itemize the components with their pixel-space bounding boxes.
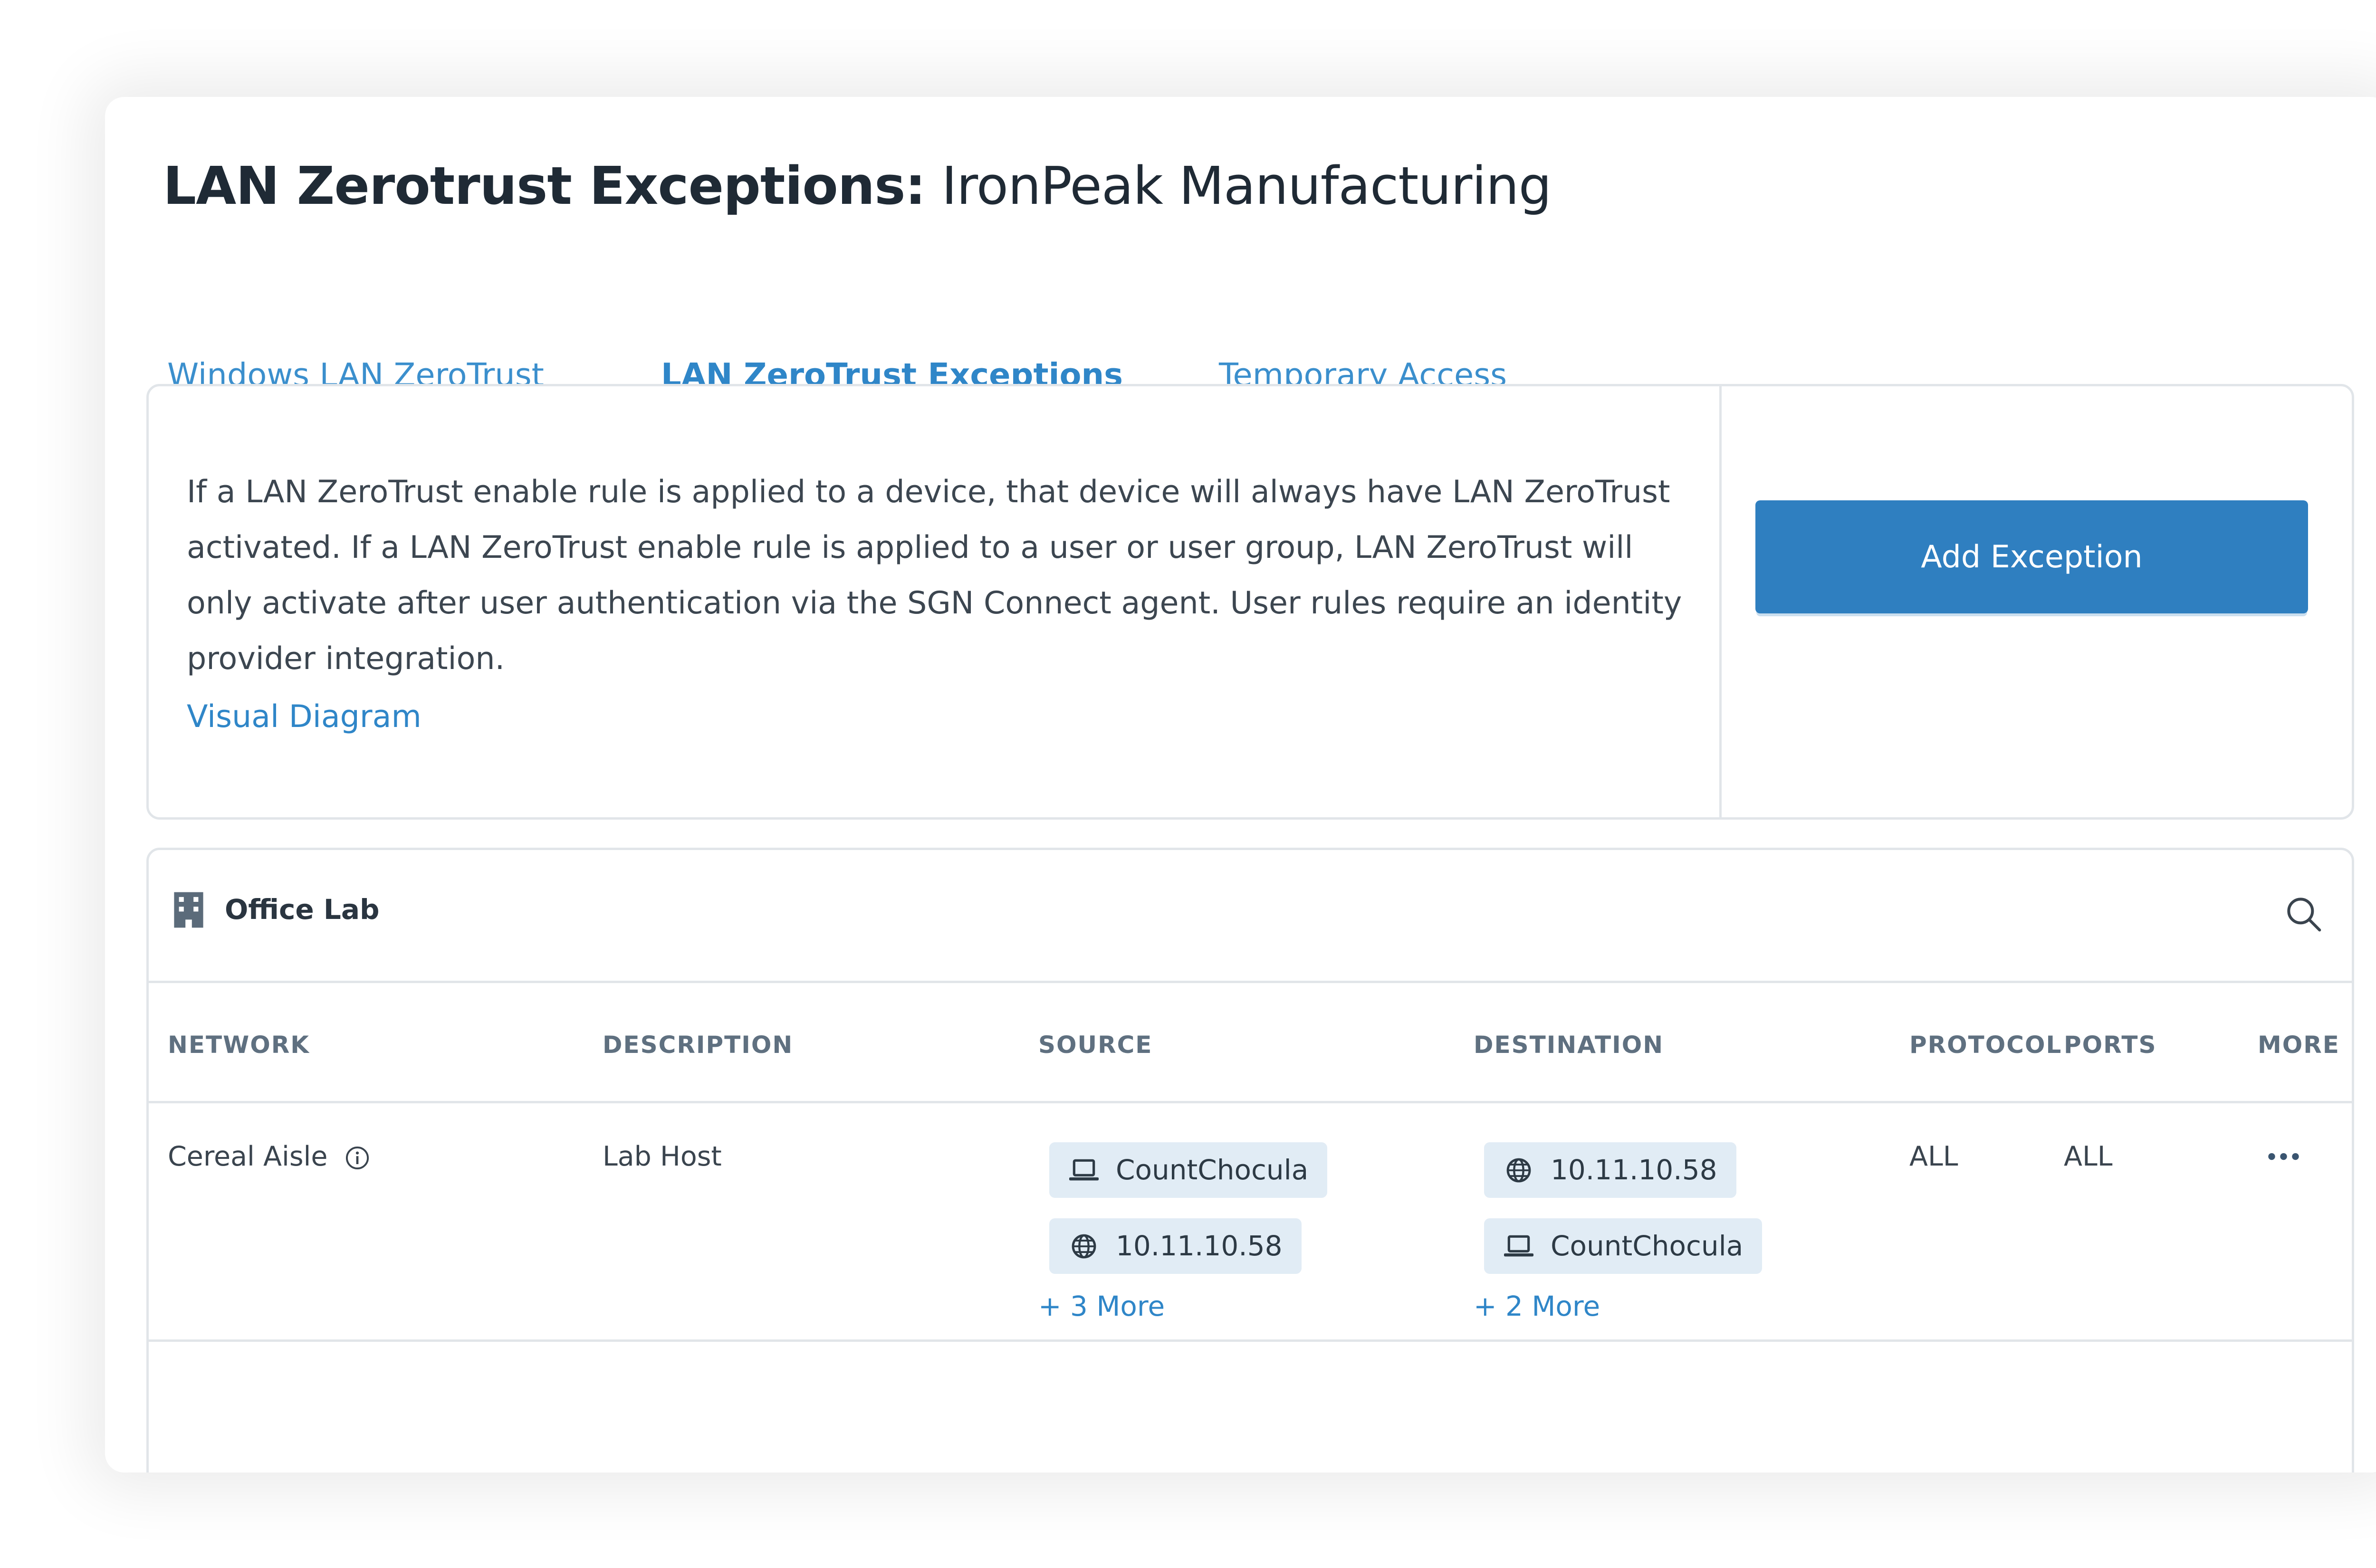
globe-icon [1072,1234,1096,1259]
group-header: Office Lab [149,850,2352,983]
building-icon [174,892,203,928]
laptop-icon [1504,1235,1533,1257]
page-title: LAN Zerotrust Exceptions: IronPeak Manuf… [163,150,1552,221]
add-exception-button[interactable]: Add Exception [1755,500,2308,613]
destination-chip-label: 10.11.10.58 [1551,1154,1717,1186]
column-header-more: MORE [2258,1031,2340,1059]
info-description-section: If a LAN ZeroTrust enable rule is applie… [149,386,1722,817]
cell-description: Lab Host [603,1141,722,1172]
search-icon[interactable] [2285,895,2323,933]
column-header-network[interactable]: NETWORK [168,1026,310,1064]
laptop-icon [1069,1159,1099,1181]
group-title: Office Lab [225,893,380,926]
visual-diagram-link[interactable]: Visual Diagram [187,689,422,745]
column-header-protocol[interactable]: PROTOCOL [1909,1026,2062,1064]
exceptions-card: LAN Zerotrust Exceptions: IronPeak Manuf… [105,97,2376,1472]
exceptions-table-card: Office Lab NETWORK DESCRIPTION SOURCE DE… [146,848,2354,1472]
more-options-icon[interactable] [2266,1140,2301,1173]
column-header-description[interactable]: DESCRIPTION [603,1026,793,1064]
cell-network: Cereal Aisle [168,1135,370,1178]
column-header-ports[interactable]: PORTS [2064,1026,2157,1064]
page-title-label: LAN Zerotrust Exceptions: [163,155,926,216]
cell-ports: ALL [2064,1141,2113,1172]
info-panel: If a LAN ZeroTrust enable rule is applie… [146,384,2354,820]
info-description: If a LAN ZeroTrust enable rule is applie… [187,474,1682,677]
destination-chip-device[interactable]: CountChocula [1484,1218,1763,1274]
network-name: Cereal Aisle [168,1141,328,1172]
destination-chip-ip[interactable]: 10.11.10.58 [1484,1142,1736,1198]
source-more-link[interactable]: + 3 More [1038,1285,1165,1328]
destination-chip-label: CountChocula [1551,1230,1744,1262]
source-chip-ip[interactable]: 10.11.10.58 [1049,1218,1302,1274]
source-chip-device[interactable]: CountChocula [1049,1142,1328,1198]
row-divider [149,1339,2352,1342]
globe-icon [1506,1158,1531,1183]
header-divider [149,1101,2352,1103]
destination-more-link[interactable]: + 2 More [1474,1285,1600,1328]
column-header-destination[interactable]: DESTINATION [1474,1026,1664,1064]
info-icon[interactable] [345,1146,370,1170]
cell-protocol: ALL [1909,1141,1958,1172]
source-chip-label: CountChocula [1116,1154,1309,1186]
source-chip-label: 10.11.10.58 [1116,1230,1283,1262]
column-header-source[interactable]: SOURCE [1038,1026,1152,1064]
organization-name: IronPeak Manufacturing [941,155,1552,216]
